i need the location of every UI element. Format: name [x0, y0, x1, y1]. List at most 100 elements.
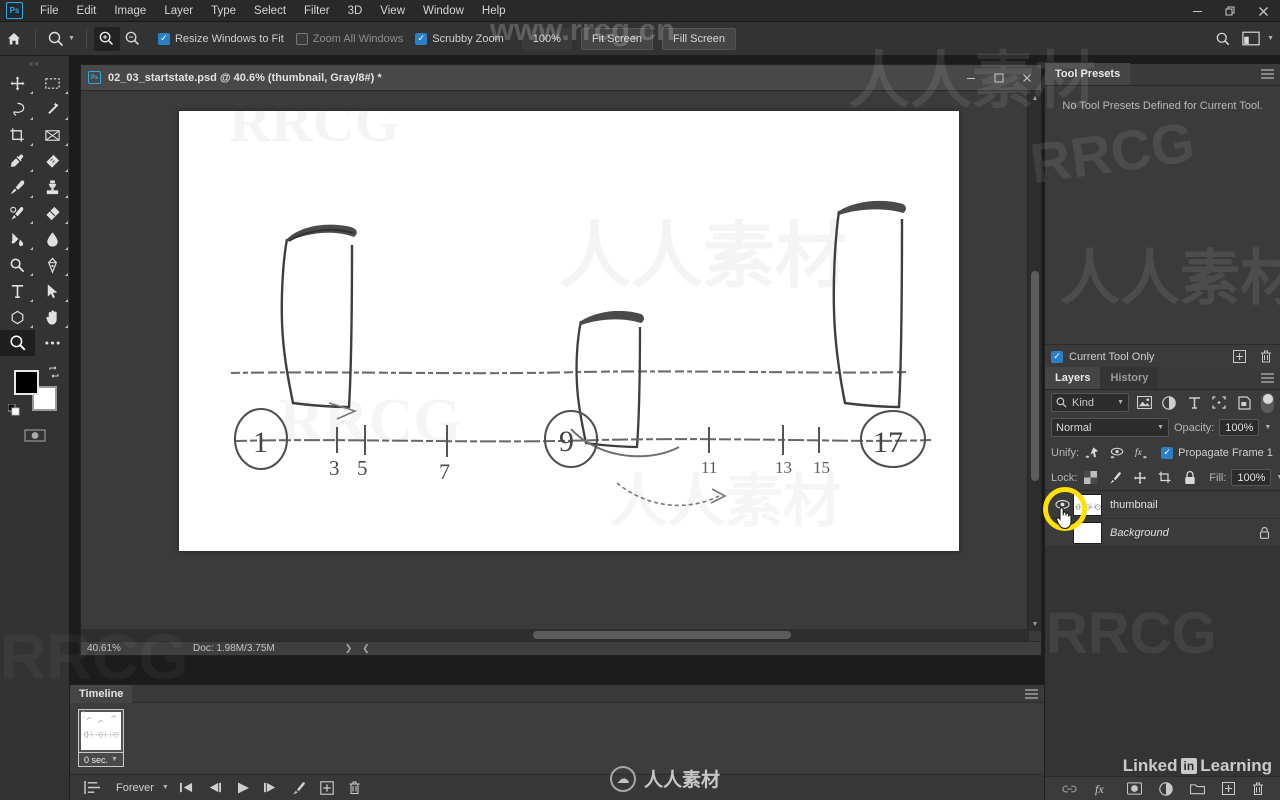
chevron-down-icon[interactable]: ▼	[1264, 424, 1271, 431]
search-icon[interactable]	[1211, 27, 1235, 51]
crop-tool[interactable]	[0, 122, 35, 148]
zoom-in-icon[interactable]	[93, 26, 120, 51]
scrollbar-thumb[interactable]	[1031, 271, 1039, 481]
lock-icon[interactable]	[1259, 526, 1270, 539]
canvas-area[interactable]: RRCG 人人素材 RRCG 人人素材 1 9 17 3 5 7 11 13 1…	[81, 91, 1041, 631]
lock-transparent-pixels-icon[interactable]	[1082, 470, 1098, 486]
layer-style-icon[interactable]: fx	[1094, 782, 1110, 796]
chevron-down-icon[interactable]: ▼	[1117, 399, 1124, 406]
shape-layer-filter-icon[interactable]	[1209, 393, 1229, 412]
chevron-down-icon[interactable]: ▼	[1276, 474, 1280, 481]
hand-tool[interactable]	[35, 304, 70, 330]
scroll-up-icon[interactable]: ▲	[1028, 91, 1042, 105]
menu-item-edit[interactable]: Edit	[68, 2, 106, 20]
menu-item-view[interactable]: View	[371, 2, 414, 20]
layer-thumbnail-preview[interactable]	[1073, 493, 1102, 516]
menu-item-3d[interactable]: 3D	[339, 2, 372, 20]
scroll-down-icon[interactable]: ▼	[1028, 617, 1042, 631]
lasso-tool[interactable]	[0, 96, 35, 122]
current-tool-only-checkbox[interactable]: ✓	[1051, 350, 1063, 363]
document-title-bar[interactable]: Ps 02_03_startstate.psd @ 40.6% (thumbna…	[81, 65, 1041, 91]
document-minimize-button[interactable]	[957, 65, 985, 91]
foreground-color-swatch[interactable]	[14, 370, 39, 395]
panel-menu-icon[interactable]	[1261, 373, 1274, 384]
lock-position-icon[interactable]	[1132, 470, 1148, 486]
panel-menu-icon[interactable]	[1261, 69, 1274, 80]
zoom-100-button[interactable]: 100%	[521, 27, 572, 50]
path-selection-tool[interactable]	[35, 278, 70, 304]
history-brush-tool[interactable]	[0, 200, 35, 226]
frame-tool[interactable]	[35, 122, 70, 148]
layer-row-thumbnail[interactable]: thumbnail	[1045, 491, 1280, 519]
document-maximize-button[interactable]	[985, 65, 1013, 91]
dodge-tool[interactable]	[0, 252, 35, 278]
menu-item-type[interactable]: Type	[202, 2, 245, 20]
frame-cell[interactable]: 1 0 sec. ▼	[78, 709, 124, 767]
adjustment-layer-icon[interactable]	[1159, 781, 1173, 796]
layer-thumbnail-preview[interactable]	[1073, 521, 1102, 544]
select-next-frame-icon[interactable]	[257, 777, 285, 799]
swap-colors-icon[interactable]	[48, 366, 60, 378]
pen-tool[interactable]	[35, 252, 70, 278]
layer-row-background[interactable]: Background	[1045, 519, 1280, 547]
home-icon[interactable]	[0, 31, 28, 47]
zoom-level-field[interactable]: 40.61%	[81, 643, 143, 654]
canvas-horizontal-scrollbar[interactable]	[81, 629, 1029, 641]
lock-all-icon[interactable]	[1182, 470, 1198, 486]
type-layer-filter-icon[interactable]	[1184, 393, 1204, 412]
menu-item-help[interactable]: Help	[473, 2, 515, 20]
tab-layers[interactable]: Layers	[1045, 367, 1101, 389]
menu-item-select[interactable]: Select	[245, 2, 295, 20]
maximize-button[interactable]	[1214, 0, 1247, 22]
scrollbar-thumb[interactable]	[533, 631, 791, 639]
frame-thumbnail[interactable]: 1	[78, 709, 124, 753]
menu-item-window[interactable]: Window	[414, 2, 473, 20]
quick-mask-toggle[interactable]	[0, 428, 70, 443]
fill-value[interactable]: 100%	[1231, 469, 1272, 486]
zoom-all-windows-checkbox[interactable]	[295, 32, 308, 45]
menu-item-layer[interactable]: Layer	[155, 2, 202, 20]
edit-toolbar-tool[interactable]	[35, 330, 70, 356]
smart-object-filter-icon[interactable]	[1234, 393, 1254, 412]
minimize-button[interactable]	[1181, 0, 1214, 22]
menu-item-file[interactable]: File	[31, 2, 68, 20]
scrubby-zoom-option[interactable]: ✓ Scrubby Zoom	[415, 32, 504, 45]
scrubby-zoom-checkbox[interactable]: ✓	[415, 32, 428, 45]
spot-healing-brush-tool[interactable]	[35, 148, 70, 174]
menu-item-filter[interactable]: Filter	[295, 2, 339, 20]
type-tool[interactable]	[0, 278, 35, 304]
resize-windows-to-fit-option[interactable]: ✓ Resize Windows to Fit	[157, 32, 284, 45]
document-close-button[interactable]	[1013, 65, 1041, 91]
lock-image-pixels-icon[interactable]	[1107, 470, 1123, 486]
gradient-tool[interactable]	[0, 226, 35, 252]
fill-screen-button[interactable]: Fill Screen	[662, 27, 737, 50]
current-tool-chip[interactable]: ▼	[43, 27, 79, 51]
clone-stamp-tool[interactable]	[35, 174, 70, 200]
tween-frames-icon[interactable]	[285, 777, 313, 799]
layer-name[interactable]: thumbnail	[1110, 499, 1274, 511]
propagate-frame-checkbox[interactable]: ✓	[1161, 446, 1174, 459]
default-colors-icon[interactable]	[8, 404, 20, 416]
close-button[interactable]	[1247, 0, 1280, 22]
panel-menu-icon[interactable]	[1025, 689, 1038, 699]
zoom-all-windows-option[interactable]: Zoom All Windows	[295, 32, 403, 45]
zoom-tool[interactable]	[0, 330, 35, 356]
layer-kind-filter[interactable]: Kind ▼	[1051, 393, 1129, 412]
tab-tool-presets[interactable]: Tool Presets	[1045, 63, 1131, 85]
status-expand-icon[interactable]: ❯	[345, 643, 353, 654]
adjustment-layer-filter-icon[interactable]	[1159, 393, 1179, 412]
status-collapse-icon[interactable]: ❮	[362, 643, 370, 654]
opacity-value[interactable]: 100%	[1219, 419, 1260, 436]
magic-wand-tool[interactable]	[35, 96, 70, 122]
delete-layer-icon[interactable]	[1252, 782, 1264, 796]
select-first-frame-icon[interactable]	[173, 777, 201, 799]
zoom-out-icon[interactable]	[120, 27, 146, 51]
rectangular-marquee-tool[interactable]	[35, 70, 70, 96]
fit-screen-button[interactable]: Fit Screen	[580, 27, 654, 50]
play-animation-icon[interactable]	[229, 777, 257, 799]
select-previous-frame-icon[interactable]	[201, 777, 229, 799]
toolbar-grip[interactable]: ««	[0, 56, 69, 70]
new-layer-icon[interactable]	[1222, 782, 1235, 795]
eraser-tool[interactable]	[35, 200, 70, 226]
layer-name[interactable]: Background	[1110, 527, 1259, 539]
